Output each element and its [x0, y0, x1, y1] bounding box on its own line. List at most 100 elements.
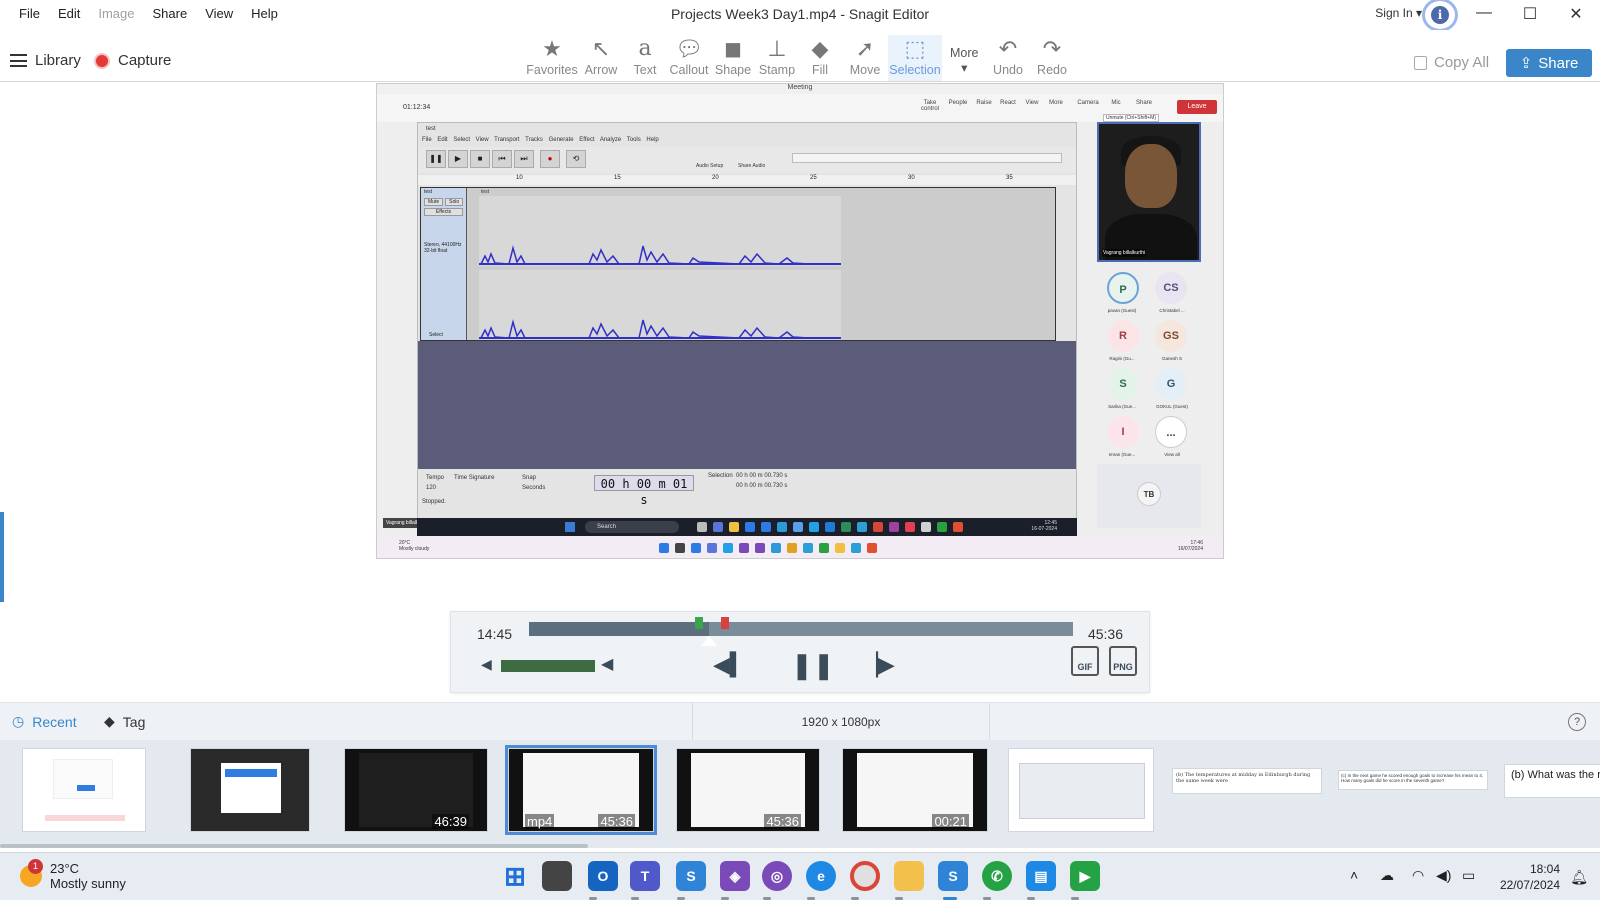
- more-button[interactable]: More ▾: [950, 46, 978, 75]
- teams-icon[interactable]: T: [630, 861, 660, 891]
- thumb-duration: 45:36: [764, 814, 801, 829]
- app-icon: [697, 522, 707, 532]
- system-clock[interactable]: 18:04 22/07/2024: [1500, 861, 1560, 893]
- minimize-icon[interactable]: —: [1464, 4, 1504, 22]
- share-button[interactable]: ⇪ Share: [1506, 49, 1592, 77]
- library-button[interactable]: Library: [10, 52, 81, 69]
- tool-selection[interactable]: ⬚ Selection: [888, 35, 942, 81]
- menu-view[interactable]: View: [196, 6, 242, 21]
- info-button[interactable]: i: [1422, 0, 1458, 32]
- app-icon: [825, 522, 835, 532]
- capture-thumbnail[interactable]: [190, 748, 310, 832]
- wifi-icon[interactable]: ◠: [1412, 867, 1424, 884]
- pause-icon[interactable]: ❚❚: [791, 650, 835, 681]
- capture-thumbnail[interactable]: (c) In the next game he scored enough go…: [1338, 770, 1488, 790]
- playhead[interactable]: [701, 636, 717, 646]
- app-icon[interactable]: ◈: [720, 861, 750, 891]
- meeting-tool: Take control: [920, 100, 939, 112]
- speaker-icon[interactable]: ◀: [601, 654, 613, 674]
- outlook-icon[interactable]: O: [588, 861, 618, 891]
- capture-button[interactable]: Capture: [94, 52, 171, 69]
- whatsapp-icon[interactable]: ✆: [982, 861, 1012, 891]
- selection-icon: ⬚: [904, 36, 926, 61]
- snap-unit: Seconds: [522, 485, 546, 491]
- menu-share[interactable]: Share: [144, 6, 197, 21]
- snagit-editor-icon[interactable]: S: [938, 861, 968, 891]
- waveform-right: [479, 270, 841, 340]
- menu-file[interactable]: File: [10, 6, 49, 21]
- skip-end-icon: ⏭: [514, 150, 534, 168]
- ruler-tick: 30: [908, 175, 915, 181]
- selection-end-marker[interactable]: [721, 617, 729, 629]
- toolbar: Library Capture ★ Favorites ↖ Arrow a Text …: [0, 30, 1600, 82]
- play-icon: ▶: [448, 150, 468, 168]
- chevron-up-icon[interactable]: ˄: [1350, 867, 1358, 883]
- capture-thumbnail-selected[interactable]: mp4 45:36: [505, 745, 657, 835]
- app-icon: [889, 522, 899, 532]
- battery-icon[interactable]: ▭: [1462, 867, 1475, 884]
- help-icon[interactable]: ?: [1568, 713, 1586, 731]
- edge-icon[interactable]: e: [806, 861, 836, 891]
- weather-desc: Mostly sunny: [50, 876, 126, 891]
- capture-thumbnail[interactable]: 46:39: [344, 748, 488, 832]
- step-back-icon[interactable]: ◀▍: [713, 652, 747, 678]
- maximize-icon[interactable]: ☐: [1510, 4, 1550, 24]
- redo-button[interactable]: ↷ Redo: [1025, 35, 1079, 81]
- tray-scrollbar[interactable]: [0, 844, 588, 848]
- save-gif-button[interactable]: GIF: [1071, 646, 1099, 676]
- tool-label: Move: [849, 63, 881, 77]
- recent-tab[interactable]: ◷ Recent: [12, 713, 77, 730]
- speaker-mute-icon[interactable]: ◀: [481, 656, 492, 673]
- app-icon[interactable]: ▤: [1026, 861, 1056, 891]
- total-time: 45:36: [1087, 626, 1123, 642]
- image-resolution: 1920 x 1080px: [692, 703, 990, 741]
- menu-edit[interactable]: Edit: [49, 6, 89, 21]
- step-forward-icon[interactable]: ▕▶: [861, 652, 895, 678]
- canvas[interactable]: Meeting 01:12:34 Take control People Rai…: [0, 82, 1600, 702]
- inner-date: 16-07-2024: [1031, 526, 1057, 532]
- notification-icon[interactable]: 🔔︎: [1570, 869, 1588, 886]
- app-icon[interactable]: ▶: [1070, 861, 1100, 891]
- participant-video: Vagrang billalkurthi: [1097, 122, 1201, 262]
- snagit-app-icon[interactable]: S: [676, 861, 706, 891]
- volume-slider[interactable]: [501, 660, 595, 672]
- tag-tab[interactable]: ◆ Tag: [104, 713, 145, 730]
- thumb-preview: [45, 815, 125, 821]
- capture-thumbnail[interactable]: (b) The temperatures at midday in Edinbu…: [1172, 768, 1322, 794]
- video-frame[interactable]: Meeting 01:12:34 Take control People Rai…: [376, 83, 1224, 559]
- selection-start-marker[interactable]: [695, 617, 703, 629]
- meeting-title: Meeting: [377, 84, 1223, 94]
- hamburger-icon: [10, 54, 27, 67]
- capture-thumbnail[interactable]: 45:36: [676, 748, 820, 832]
- ruler-tick: 35: [1006, 175, 1013, 181]
- capture-thumbnail[interactable]: (b) What was the r: [1504, 764, 1600, 798]
- close-icon[interactable]: ✕: [1556, 4, 1596, 24]
- capture-thumbnail[interactable]: 00:21: [842, 748, 988, 832]
- weather-widget[interactable]: 23°C Mostly sunny: [50, 861, 126, 891]
- tool-favorites[interactable]: ★ Favorites: [525, 35, 579, 81]
- menu-image[interactable]: Image: [89, 6, 143, 21]
- tool-label: Callout: [669, 63, 709, 77]
- recent-label: Recent: [32, 713, 77, 730]
- sign-in-button[interactable]: Sign In ▾: [1375, 6, 1422, 20]
- menu-help[interactable]: Help: [242, 6, 287, 21]
- cloud-icon[interactable]: ☁: [1380, 867, 1394, 884]
- scrub-bar[interactable]: [529, 617, 1073, 646]
- task-view-icon[interactable]: [542, 861, 572, 891]
- app-icon: [809, 522, 819, 532]
- app-icon[interactable]: ◎: [762, 861, 792, 891]
- copy-all-button[interactable]: Copy All: [1414, 54, 1489, 71]
- save-png-button[interactable]: PNG: [1109, 646, 1137, 676]
- chrome-icon[interactable]: [850, 861, 880, 891]
- library-label: Library: [35, 52, 81, 69]
- volume-icon[interactable]: ◀): [1436, 867, 1451, 884]
- outer-clock: 17:46 16/07/2024: [1178, 540, 1203, 552]
- sign-in-label: Sign In: [1375, 6, 1413, 20]
- capture-thumbnail[interactable]: [22, 748, 146, 832]
- side-panel-handle[interactable]: [0, 512, 4, 602]
- file-explorer-icon[interactable]: [894, 861, 924, 891]
- windows-start-icon[interactable]: ⊞: [500, 861, 530, 891]
- record-icon: [94, 52, 110, 69]
- capture-thumbnail[interactable]: [1008, 748, 1154, 832]
- tool-move[interactable]: ➚ Move: [838, 35, 892, 81]
